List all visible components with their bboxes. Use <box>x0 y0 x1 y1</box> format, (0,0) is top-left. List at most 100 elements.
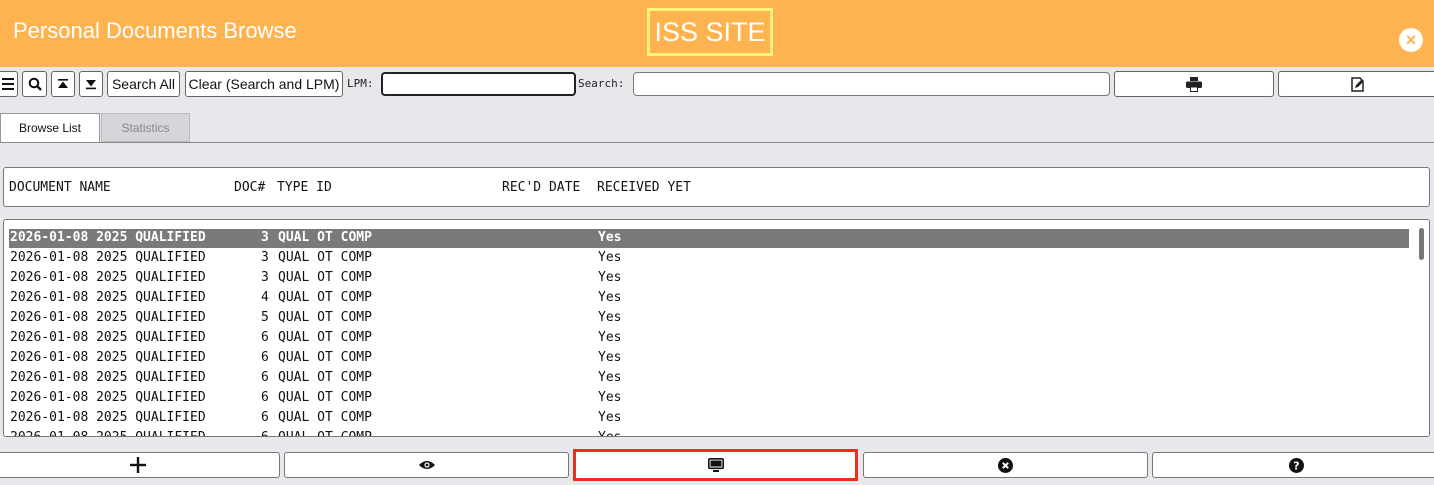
arrow-top-icon <box>58 79 68 88</box>
cell-name: 2026-01-08 2025 QUALIFIED <box>10 370 206 385</box>
svg-text:?: ? <box>1293 459 1299 472</box>
cell-name: 2026-01-08 2025 QUALIFIED <box>10 410 206 425</box>
search-button[interactable] <box>22 71 47 97</box>
cell-doc: 6 <box>261 430 269 436</box>
tab-browse-list[interactable]: Browse List <box>0 113 100 142</box>
printer-icon <box>1186 76 1202 92</box>
cell-type: QUAL OT COMP <box>278 410 372 425</box>
cell-doc: 4 <box>261 290 269 305</box>
cell-name: 2026-01-08 2025 QUALIFIED <box>10 250 206 265</box>
cell-received: Yes <box>598 370 622 385</box>
cell-type: QUAL OT COMP <box>278 290 372 305</box>
cell-received: Yes <box>598 410 622 425</box>
table-row[interactable]: 2026-01-08 2025 QUALIFIED 3 QUAL OT COMP Ye… <box>9 269 1409 288</box>
print-button[interactable] <box>1114 71 1274 97</box>
help-button[interactable]: ? <box>1152 452 1434 478</box>
cell-doc: 6 <box>261 370 269 385</box>
cell-doc: 6 <box>261 350 269 365</box>
site-badge: ISS SITE <box>647 8 773 56</box>
table-row[interactable]: 2026-01-08 2025 QUALIFIED 3 QUAL OT COMP Ye… <box>9 229 1409 248</box>
export-button[interactable] <box>1278 71 1434 97</box>
cell-type: QUAL OT COMP <box>278 350 372 365</box>
table-row[interactable]: 2026-01-08 2025 QUALIFIED 6 QUAL OT COMP Ye… <box>9 409 1409 428</box>
window-title: Personal Documents Browse <box>13 18 297 43</box>
arrow-bottom-icon <box>86 80 96 90</box>
jump-top-button[interactable] <box>51 71 75 97</box>
cell-doc: 6 <box>261 390 269 405</box>
document-list[interactable]: 2026-01-08 2025 QUALIFIED 6 QUAL OT COMP Ye… <box>3 219 1430 437</box>
title-bar: Personal Documents Browse ISS SITE × <box>0 0 1434 67</box>
col-document-name: DOCUMENT NAME <box>9 180 111 195</box>
cell-type: QUAL OT COMP <box>278 230 372 245</box>
cell-type: QUAL OT COMP <box>278 370 372 385</box>
table-row[interactable]: 2026-01-08 2025 QUALIFIED 6 QUAL OT COMP Ye… <box>9 329 1409 348</box>
table-row[interactable]: 2026-01-08 2025 QUALIFIED 6 QUAL OT COMP Ye… <box>9 349 1409 368</box>
list-icon <box>2 78 14 90</box>
table-row[interactable]: 2026-01-08 2025 QUALIFIED 5 QUAL OT COMP Ye… <box>9 309 1409 328</box>
col-received-yet: RECEIVED YET <box>597 180 691 195</box>
cell-name: 2026-01-08 2025 QUALIFIED <box>10 290 206 305</box>
cell-name: 2026-01-08 2025 QUALIFIED <box>10 350 206 365</box>
search-all-button[interactable]: Search All <box>107 71 180 97</box>
clear-button[interactable]: Clear (Search and LPM) <box>185 71 343 97</box>
cell-received: Yes <box>598 430 621 436</box>
cell-type: QUAL OT COMP <box>278 250 372 265</box>
lpm-input[interactable] <box>381 72 576 96</box>
table-row[interactable]: 2026-01-08 2025 QUALIFIED 6 QUAL OT COMP Ye… <box>9 369 1409 388</box>
scrollbar[interactable] <box>1419 228 1424 260</box>
tab-divider <box>0 142 1434 143</box>
help-icon: ? <box>1288 457 1304 473</box>
cell-doc: 3 <box>261 250 269 265</box>
cell-name: 2026-01-08 2025 QUALIFIED <box>10 230 206 245</box>
col-recd-date: REC'D DATE <box>502 180 581 195</box>
plus-icon <box>129 457 146 473</box>
cell-type: QUAL OT COMP <box>278 330 372 345</box>
cell-received: Yes <box>598 310 622 325</box>
monitor-icon <box>707 457 724 472</box>
cell-name: 2026-01-08 2025 QUALIFIED <box>10 270 206 285</box>
cell-name: 2026-01-08 2025 QUALIFIED <box>10 430 206 436</box>
table-row[interactable]: 2026-01-08 2025 QUALIFIED 6 QUAL OT COMP Ye… <box>9 429 1409 436</box>
cell-received: Yes <box>598 290 622 305</box>
add-button[interactable] <box>0 452 280 478</box>
table-row[interactable]: 2026-01-08 2025 QUALIFIED 6 QUAL OT COMP Ye… <box>9 389 1409 408</box>
search-input[interactable] <box>633 72 1110 96</box>
list-menu-button[interactable] <box>0 71 18 97</box>
column-header: DOCUMENT NAME DOC# TYPE ID REC'D DATE RE… <box>3 167 1430 207</box>
col-doc-number: DOC# <box>234 180 266 195</box>
cell-doc: 3 <box>261 270 269 285</box>
jump-bottom-button[interactable] <box>79 71 103 97</box>
close-icon[interactable]: × <box>1399 28 1423 52</box>
view-button[interactable] <box>284 452 569 478</box>
cancel-button[interactable] <box>863 452 1148 478</box>
cell-received: Yes <box>598 390 622 405</box>
cell-doc: 6 <box>261 330 269 345</box>
edit-document-icon <box>1351 76 1364 92</box>
cell-type: QUAL OT COMP <box>278 310 372 325</box>
cell-received: Yes <box>598 350 622 365</box>
cell-received: Yes <box>598 270 622 285</box>
search-icon <box>28 77 42 91</box>
toolbar: Search All Clear (Search and LPM) LPM: S… <box>0 70 1434 100</box>
table-row[interactable]: 2026-01-08 2025 QUALIFIED 4 QUAL OT COMP Ye… <box>9 289 1409 308</box>
close-circle-icon <box>998 457 1013 473</box>
cell-type: QUAL OT COMP <box>278 270 372 285</box>
search-label: Search: <box>578 77 625 90</box>
table-row[interactable]: 2026-01-08 2025 QUALIFIED 3 QUAL OT COMP Ye… <box>9 249 1409 268</box>
display-button[interactable] <box>573 449 858 481</box>
eye-icon <box>418 461 435 469</box>
tab-statistics[interactable]: Statistics <box>101 113 190 142</box>
col-type-id: TYPE ID <box>277 180 332 195</box>
cell-doc: 5 <box>261 310 269 325</box>
cell-name: 2026-01-08 2025 QUALIFIED <box>10 330 206 345</box>
cell-doc: 6 <box>261 410 269 425</box>
cell-type: QUAL OT COMP <box>278 430 372 436</box>
tab-bar: Browse List Statistics <box>0 113 1434 143</box>
cell-type: QUAL OT COMP <box>278 390 372 405</box>
cell-name: 2026-01-08 2025 QUALIFIED <box>10 390 206 405</box>
cell-name: 2026-01-08 2025 QUALIFIED <box>10 310 206 325</box>
cell-received: Yes <box>598 250 622 265</box>
lpm-label: LPM: <box>347 77 374 90</box>
cell-received: Yes <box>598 230 622 245</box>
cell-received: Yes <box>598 330 622 345</box>
